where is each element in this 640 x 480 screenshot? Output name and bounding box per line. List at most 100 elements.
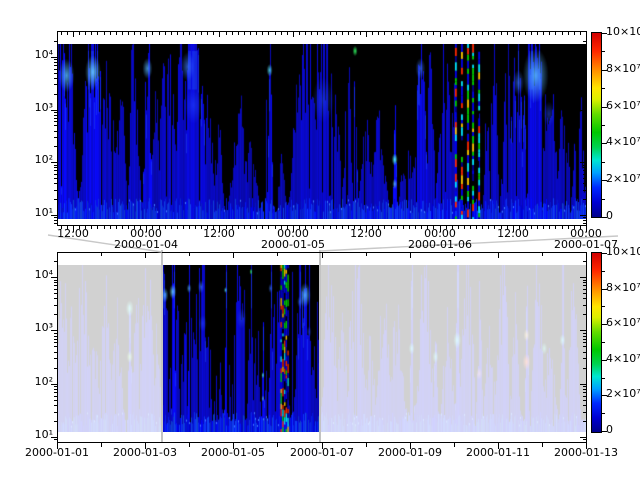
y-minor-tick-right: [583, 352, 587, 353]
colorbar-minor-tick: [602, 51, 605, 52]
y-minor-tick-right: [583, 78, 587, 79]
detail-x-minor-tick-top: [433, 32, 434, 35]
y-minor-tick: [54, 405, 58, 406]
overview-x-minor-tick-top: [277, 253, 278, 256]
detail-x-major-tick-top: [219, 32, 220, 37]
detail-x-minor-tick: [482, 226, 483, 229]
detail-x-minor-tick-top: [549, 32, 550, 35]
detail-x-date-label: 2000-01-04: [114, 239, 178, 251]
detail-x-minor-tick: [549, 226, 550, 229]
y-tick-label: 10¹: [9, 207, 53, 219]
y-tick-label: 10³: [9, 102, 53, 114]
detail-x-minor-tick: [165, 226, 166, 229]
detail-x-minor-tick-top: [128, 32, 129, 35]
detail-x-minor-tick-top: [165, 32, 166, 35]
detail-x-minor-tick: [555, 226, 556, 229]
overview-x-minor-tick: [542, 443, 543, 447]
detail-x-minor-tick-top: [372, 32, 373, 35]
detail-x-minor-tick: [287, 226, 288, 229]
y-minor-tick-right: [583, 333, 587, 334]
y-minor-tick-right: [583, 305, 587, 306]
detail-x-minor-tick-top: [555, 32, 556, 35]
y-minor-tick: [54, 298, 58, 299]
detail-x-minor-tick-top: [195, 32, 196, 35]
detail-x-minor-tick-top: [342, 32, 343, 35]
detail-x-minor-tick: [348, 226, 349, 229]
detail-x-minor-tick-top: [287, 32, 288, 35]
overview-x-date-label: 2000-01-03: [113, 447, 177, 459]
detail-x-minor-tick: [195, 226, 196, 229]
overview-x-minor-tick: [454, 443, 455, 447]
y-minor-tick-right: [583, 389, 587, 390]
y-minor-tick: [54, 174, 58, 175]
detail-x-minor-tick: [67, 226, 68, 229]
detail-x-minor-tick: [537, 226, 538, 229]
y-minor-tick: [54, 121, 58, 122]
detail-x-minor-tick: [476, 226, 477, 229]
detail-x-minor-tick-top: [403, 32, 404, 35]
detail-x-time-label: 12:00: [497, 228, 529, 240]
y-minor-tick: [54, 199, 58, 200]
y-minor-tick: [54, 73, 58, 74]
y-minor-tick-right: [583, 289, 587, 290]
detail-x-minor-tick-top: [391, 32, 392, 35]
detail-x-minor-tick-top: [409, 32, 410, 35]
detail-x-minor-tick: [580, 226, 581, 229]
detail-x-minor-tick-top: [464, 32, 465, 35]
y-minor-tick-right: [583, 368, 587, 369]
detail-x-minor-tick: [238, 226, 239, 229]
detail-x-minor-tick: [427, 226, 428, 229]
y-minor-tick-right: [583, 220, 587, 221]
detail-x-minor-tick: [262, 226, 263, 229]
y-minor-tick: [54, 392, 58, 393]
y-minor-tick-right: [583, 167, 587, 168]
detail-x-minor-tick: [494, 226, 495, 229]
y-minor-tick: [54, 421, 58, 422]
y-minor-tick: [54, 289, 58, 290]
detail-x-minor-tick-top: [476, 32, 477, 35]
detail-x-minor-tick-top: [323, 32, 324, 35]
colorbar-tick-label: 6×10⁷: [606, 317, 640, 329]
y-minor-tick-right: [583, 285, 587, 286]
y-minor-tick: [54, 41, 58, 42]
y-minor-tick-right: [583, 131, 587, 132]
colorbar-tick-label: 8×10⁷: [606, 282, 640, 294]
detail-x-minor-tick: [61, 226, 62, 229]
detail-x-minor-tick-top: [378, 32, 379, 35]
detail-x-date-label: 2000-01-05: [261, 239, 325, 251]
y-minor-tick: [54, 368, 58, 369]
detail-x-major-tick-top: [146, 32, 147, 37]
y-minor-tick-right: [583, 439, 587, 440]
detail-x-minor-tick: [378, 226, 379, 229]
y-tick-label: 10⁴: [9, 49, 53, 61]
y-minor-tick: [54, 333, 58, 334]
colorbar-minor-tick: [602, 342, 605, 343]
y-minor-tick-right: [583, 174, 587, 175]
colorbar-minor-tick: [602, 378, 605, 379]
detail-x-minor-tick: [256, 226, 257, 229]
detail-x-time-label: 12:00: [350, 228, 382, 240]
y-minor-tick: [54, 190, 58, 191]
detail-x-minor-tick-top: [238, 32, 239, 35]
detail-x-minor-tick-top: [415, 32, 416, 35]
detail-x-minor-tick: [354, 226, 355, 229]
axes-overlay: 02×10⁷4×10⁷6×10⁷8×10⁷10×10⁷02×10⁷4×10⁷6×…: [0, 0, 640, 480]
detail-x-minor-tick-top: [268, 32, 269, 35]
detail-x-minor-tick: [384, 226, 385, 229]
overview-x-minor-tick: [189, 443, 190, 447]
detail-x-minor-tick-top: [159, 32, 160, 35]
detail-x-minor-tick: [543, 226, 544, 229]
y-minor-tick: [54, 59, 58, 60]
y-minor-tick-right: [583, 121, 587, 122]
detail-x-minor-tick: [79, 226, 80, 229]
detail-x-minor-tick: [360, 226, 361, 229]
detail-x-minor-tick: [183, 226, 184, 229]
detail-x-minor-tick-top: [384, 32, 385, 35]
detail-x-minor-tick-top: [177, 32, 178, 35]
y-minor-tick: [54, 282, 58, 283]
y-minor-tick: [54, 65, 58, 66]
y-minor-tick-right: [583, 165, 587, 166]
detail-x-minor-tick-top: [110, 32, 111, 35]
y-minor-tick-right: [583, 339, 587, 340]
y-minor-tick: [54, 314, 58, 315]
